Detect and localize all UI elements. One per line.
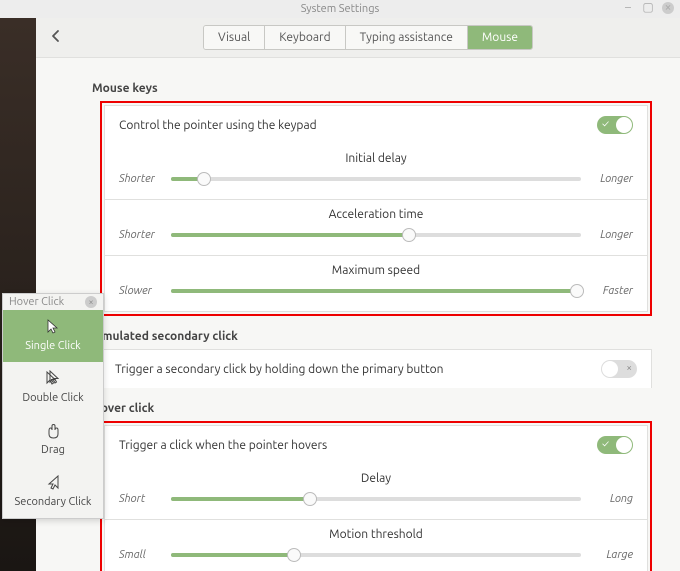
initial-delay-max: Longer <box>589 173 633 185</box>
settings-panel: Visual Keyboard Typing assistance Mouse … <box>36 18 680 571</box>
initial-delay-group: Initial delay Shorter Longer <box>104 144 648 200</box>
tabbar: Visual Keyboard Typing assistance Mouse <box>203 25 533 50</box>
max-speed-min: Slower <box>119 285 163 297</box>
section-title-hover: Hover click <box>92 402 652 415</box>
acceleration-group: Acceleration time Shorter Longer <box>104 200 648 256</box>
palette-drag[interactable]: Drag <box>3 414 103 466</box>
palette-secondary-click[interactable]: Secondary Click <box>3 466 103 518</box>
back-button[interactable] <box>48 28 68 48</box>
tab-keyboard[interactable]: Keyboard <box>265 26 345 49</box>
hover-click-palette: Hover Click × Single Click Double Click … <box>2 293 104 519</box>
hover-motion-min: Small <box>119 549 163 561</box>
palette-double-label: Double Click <box>22 392 83 404</box>
palette-titlebar: Hover Click × <box>3 294 103 310</box>
secondary-cursor-icon <box>44 474 62 492</box>
hover-delay-group: Delay Short Long <box>104 464 648 520</box>
hover-trigger-label: Trigger a click when the pointer hovers <box>119 439 327 452</box>
max-speed-max: Faster <box>589 285 633 297</box>
double-cursor-icon <box>44 370 62 388</box>
hover-delay-slider[interactable] <box>171 497 581 501</box>
hover-click-group: Trigger a click when the pointer hovers … <box>100 421 652 571</box>
section-title-mouse-keys: Mouse keys <box>92 82 652 95</box>
maximize-icon[interactable]: ▢ <box>642 2 654 14</box>
mouse-keys-group: Control the pointer using the keypad ✓ I… <box>100 101 652 316</box>
palette-close-icon[interactable]: × <box>85 296 97 308</box>
hover-motion-label: Motion threshold <box>119 528 633 541</box>
cursor-icon <box>44 318 62 336</box>
max-speed-label: Maximum speed <box>119 264 633 277</box>
acceleration-label: Acceleration time <box>119 208 633 221</box>
initial-delay-slider[interactable] <box>171 177 581 181</box>
section-title-secondary: Simulated secondary click <box>92 330 652 343</box>
hover-delay-max: Long <box>589 493 633 505</box>
hover-delay-min: Short <box>119 493 163 505</box>
hover-trigger-toggle[interactable]: ✓ <box>597 436 633 454</box>
secondary-trigger-label: Trigger a secondary click by holding dow… <box>115 363 444 376</box>
palette-single-click[interactable]: Single Click <box>3 310 103 362</box>
secondary-trigger-toggle[interactable]: × <box>601 360 637 378</box>
close-icon[interactable]: × <box>662 2 674 14</box>
max-speed-slider[interactable] <box>171 289 581 293</box>
window-title: System Settings <box>301 3 380 15</box>
palette-single-label: Single Click <box>25 340 80 352</box>
acceleration-min: Shorter <box>119 229 163 241</box>
tab-visual[interactable]: Visual <box>204 26 265 49</box>
minimize-icon[interactable]: – <box>622 2 634 14</box>
acceleration-max: Longer <box>589 229 633 241</box>
initial-delay-label: Initial delay <box>119 152 633 165</box>
control-pointer-label: Control the pointer using the keypad <box>119 119 317 132</box>
hand-icon <box>44 422 62 440</box>
content-area: Mouse keys Control the pointer using the… <box>36 58 680 571</box>
max-speed-group: Maximum speed Slower Faster <box>104 256 648 312</box>
tab-mouse[interactable]: Mouse <box>468 26 532 49</box>
window-titlebar: System Settings – ▢ × <box>0 0 680 18</box>
control-pointer-toggle[interactable]: ✓ <box>597 116 633 134</box>
secondary-trigger-row: Trigger a secondary click by holding dow… <box>100 349 652 388</box>
palette-secondary-label: Secondary Click <box>15 496 92 508</box>
palette-drag-label: Drag <box>41 444 65 456</box>
palette-double-click[interactable]: Double Click <box>3 362 103 414</box>
hover-motion-slider[interactable] <box>171 553 581 557</box>
palette-title: Hover Click <box>9 296 64 308</box>
hover-delay-label: Delay <box>119 472 633 485</box>
control-pointer-row: Control the pointer using the keypad ✓ <box>104 105 648 144</box>
nav-bar: Visual Keyboard Typing assistance Mouse <box>36 18 680 58</box>
hover-motion-group: Motion threshold Small Large <box>104 520 648 571</box>
acceleration-slider[interactable] <box>171 233 581 237</box>
hover-trigger-row: Trigger a click when the pointer hovers … <box>104 425 648 464</box>
initial-delay-min: Shorter <box>119 173 163 185</box>
hover-motion-max: Large <box>589 549 633 561</box>
tab-typing-assistance[interactable]: Typing assistance <box>346 26 468 49</box>
